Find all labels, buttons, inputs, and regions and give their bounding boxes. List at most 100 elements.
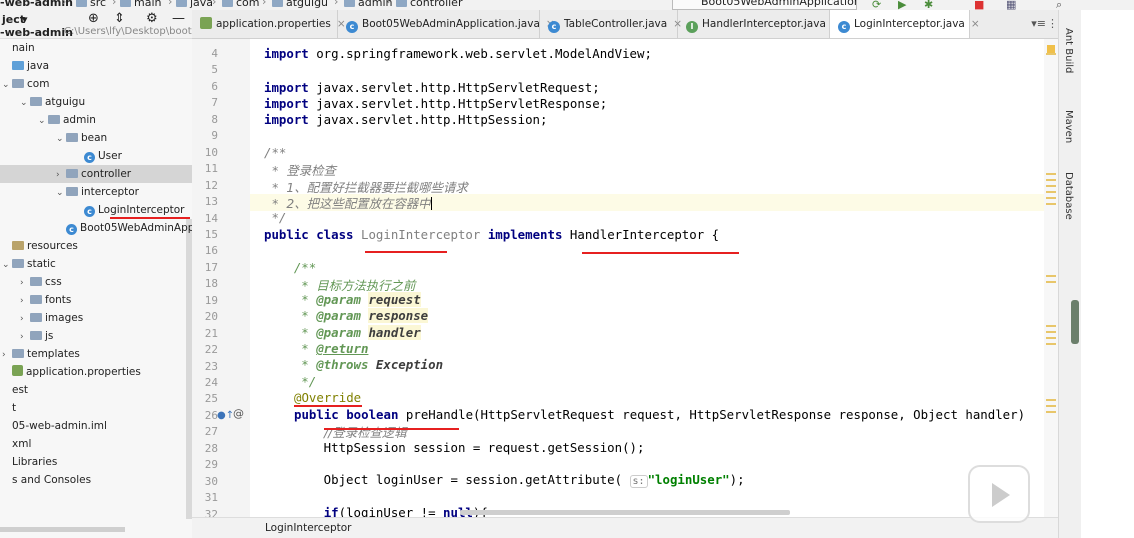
run-icon[interactable]: ▶ [898,0,906,10]
chevron-down-icon[interactable]: ⌄ [56,184,66,202]
chevron-right-icon[interactable]: › [2,346,12,364]
stripe-marker[interactable] [1046,275,1056,277]
editor-horizontal-scrollbar[interactable] [460,510,790,515]
stripe-marker[interactable] [1046,337,1056,339]
breadcrumb-atguigu[interactable]: atguigu [272,0,328,9]
tree-item-s-and-consoles[interactable]: s and Consoles [0,471,192,489]
tree-item-atguigu[interactable]: ⌄ atguigu [0,93,192,111]
tree-item-controller[interactable]: › controller [0,165,192,183]
maven-tool[interactable]: Maven [1063,110,1074,143]
tree-item-xml[interactable]: xml [0,435,192,453]
chevron-down-icon[interactable]: ⌄ [2,256,12,274]
tree-item-boot05webadminapp[interactable]: c Boot05WebAdminApp [0,219,192,237]
stripe-marker[interactable] [1046,203,1056,205]
folder-icon [76,0,87,7]
tree-item-05-web-admin-iml[interactable]: 05-web-admin.iml [0,417,192,435]
chevron-down-icon[interactable]: ⌄ [38,112,48,130]
tree-item-resources[interactable]: resources [0,237,192,255]
tree-item-css[interactable]: › css [0,273,192,291]
stripe-marker[interactable] [1046,191,1056,193]
debug-icon[interactable]: ✱ [924,0,933,10]
tree-item-static[interactable]: ⌄ static [0,255,192,273]
tree-item-admin[interactable]: ⌄ admin [0,111,192,129]
search-icon[interactable]: ⌕ [1056,0,1062,10]
play-button[interactable] [968,465,1030,523]
tree-item-user[interactable]: c User [0,147,192,165]
tree-item-js[interactable]: › js [0,327,192,345]
tree-item-images[interactable]: › images [0,309,192,327]
build-icon[interactable]: ⟳ [872,0,881,10]
tree-item-bean[interactable]: ⌄ bean [0,129,192,147]
doc-param: handler [368,325,421,340]
tab-label: HandlerInterceptor.java [702,18,826,30]
run-configuration-selector[interactable]: Boot05WebAdminApplication ⌄ [672,0,857,10]
tab-application-properties[interactable]: application.properties × [192,10,346,38]
locate-icon[interactable]: ⊕ [88,11,99,26]
doc-exception: Exception [375,357,444,372]
breadcrumb-main[interactable]: main [120,0,161,9]
chevron-down-icon[interactable]: ⌄ [56,130,66,148]
tree-item-application-properties[interactable]: application.properties [0,363,192,381]
chevron-right-icon[interactable]: › [56,166,66,184]
tree-item-est[interactable]: est [0,381,192,399]
tree-horizontal-scrollbar[interactable] [0,527,125,532]
warning-icon[interactable] [1047,45,1055,53]
stripe-marker[interactable] [1046,185,1056,187]
close-icon[interactable]: × [971,18,980,30]
stripe-marker[interactable] [1046,281,1056,283]
collapse-all-icon[interactable]: ⇕ [114,11,125,26]
code-editor[interactable]: ●↑ @ 4 5 6 7 8 9 10 11 12 13 14 15 16 17 18 19 20 21 22 23 2… [192,39,1058,517]
breadcrumb-src[interactable]: src [76,0,106,9]
tree-item-libraries[interactable]: Libraries [0,453,192,471]
tree-item-nain[interactable]: nain [0,39,192,57]
tab-boot05webadminapplication-java[interactable]: cBoot05WebAdminApplication.java× [338,10,555,38]
tree-item-templates[interactable]: › templates [0,345,192,363]
tab-handlerinterceptor-java[interactable]: IHandlerInterceptor.java× [678,10,841,38]
doc-tag: @return [316,341,369,356]
ant-build-tool[interactable]: Ant Build [1063,28,1074,73]
stripe-marker[interactable] [1046,343,1056,345]
stripe-marker[interactable] [1046,173,1056,175]
stripe-marker[interactable] [1046,197,1056,199]
tree-item-com[interactable]: ⌄ com [0,75,192,93]
project-root-name[interactable]: -web-admin [0,26,73,39]
annotation-icon[interactable]: @ [233,407,244,420]
editor-breadcrumb-label[interactable]: LoginInterceptor [265,522,352,534]
folder-icon [176,0,187,7]
project-structure-icon[interactable]: ▦ [1006,0,1016,10]
gear-icon[interactable]: ⚙ [146,11,158,26]
chevron-right-icon[interactable]: › [20,274,30,292]
hide-icon[interactable]: — [172,11,185,26]
tab-logininterceptor-java[interactable]: c LoginInterceptor.java × [830,10,980,38]
side-panel-handle[interactable] [1071,300,1079,344]
stripe-marker[interactable] [1046,405,1056,407]
chevron-down-icon[interactable]: ⌄ [2,76,12,94]
breadcrumb-com[interactable]: com [222,0,260,9]
stop-icon[interactable]: ■ [974,0,984,10]
stripe-marker[interactable] [1046,411,1056,413]
tree-item-java[interactable]: java [0,57,192,75]
chevron-right-icon[interactable]: › [20,310,30,328]
tree-item-fonts[interactable]: › fonts [0,291,192,309]
tree-item-t[interactable]: t [0,399,192,417]
stripe-marker[interactable] [1046,325,1056,327]
stripe-marker[interactable] [1046,331,1056,333]
chevron-down-icon[interactable]: ▾ [22,13,28,26]
chevron-right-icon[interactable]: › [20,292,30,310]
breadcrumb-java[interactable]: java [176,0,213,9]
override-method-icon[interactable]: ●↑ [217,410,234,421]
breadcrumb-controller[interactable]: controller [396,0,462,9]
stripe-marker[interactable] [1046,53,1056,55]
more-icon[interactable]: ⋮ [1047,17,1058,30]
stripe-marker[interactable] [1046,399,1056,401]
chevron-right-icon[interactable]: › [20,328,30,346]
database-tool[interactable]: Database [1063,172,1074,220]
stripe-marker[interactable] [1046,179,1056,181]
tab-tablecontroller-java[interactable]: c TableController.java × [540,10,682,38]
line-gutter[interactable]: ●↑ @ 4 5 6 7 8 9 10 11 12 13 14 15 16 17 18 19 20 21 22 23 2… [192,39,250,517]
annotation: @Override [294,390,362,405]
tree-item-interceptor[interactable]: ⌄ interceptor [0,183,192,201]
tab-list-icon[interactable]: ▾≡ [1031,17,1046,30]
chevron-down-icon[interactable]: ⌄ [20,94,30,112]
error-stripe[interactable] [1044,39,1058,517]
